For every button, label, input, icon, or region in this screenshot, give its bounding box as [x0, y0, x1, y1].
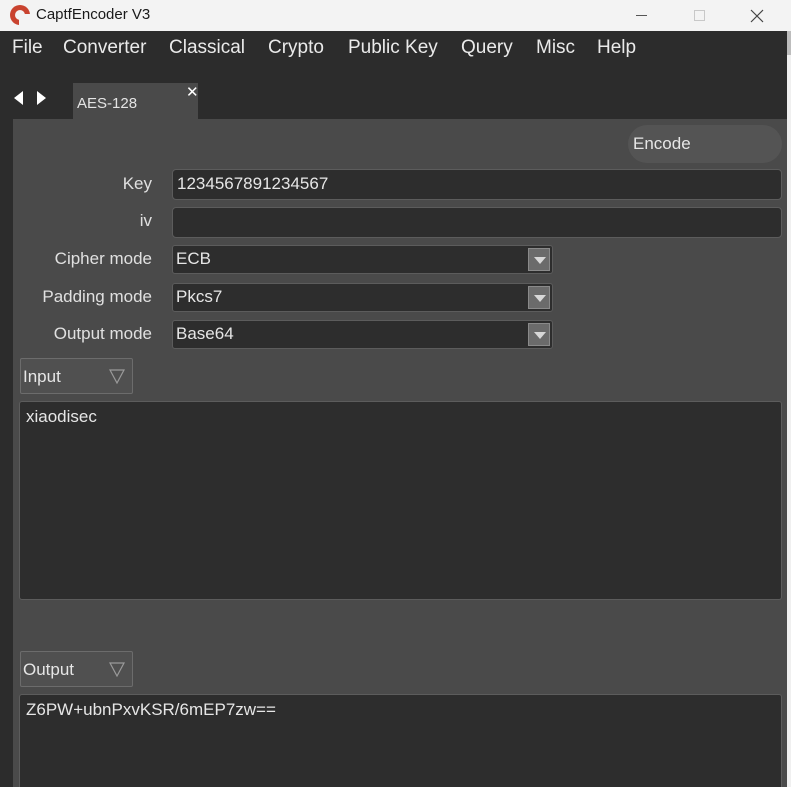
- output-textarea[interactable]: Z6PW+ubnPxvKSR/6mEP7zw==: [19, 694, 782, 787]
- output-format-label: Output: [23, 660, 75, 679]
- maximize-button[interactable]: [676, 0, 722, 31]
- triangle-down-icon: [109, 369, 125, 384]
- encode-button[interactable]: Encode: [628, 125, 782, 163]
- menu-misc[interactable]: Misc: [536, 37, 575, 59]
- menu-converter[interactable]: Converter: [63, 37, 146, 59]
- triangle-down-icon: [109, 662, 125, 677]
- minimize-icon: [635, 15, 647, 16]
- tab-aes-128[interactable]: AES-128 ✕: [73, 83, 199, 119]
- window-edge: [787, 31, 791, 787]
- window-edge-shade: [787, 31, 791, 55]
- iv-label: iv: [139, 211, 152, 230]
- menu-help[interactable]: Help: [597, 37, 636, 59]
- menu-query[interactable]: Query: [461, 37, 513, 59]
- menu-file[interactable]: File: [12, 37, 43, 59]
- minimize-button[interactable]: [618, 0, 664, 31]
- output-mode-label: Output mode: [53, 324, 152, 343]
- padding-mode-select[interactable]: Pkcs7: [172, 283, 553, 312]
- menu-public-key[interactable]: Public Key: [348, 37, 438, 59]
- window-title: CaptfEncoder V3: [36, 6, 151, 23]
- cipher-mode-value: ECB: [176, 249, 211, 268]
- iv-input[interactable]: [172, 207, 782, 238]
- padding-mode-value: Pkcs7: [176, 287, 223, 306]
- app-logo-icon: [10, 5, 30, 25]
- chevron-down-icon[interactable]: [528, 323, 550, 346]
- close-window-button[interactable]: [734, 0, 780, 31]
- input-textarea[interactable]: xiaodisec: [19, 401, 782, 600]
- tab-label: AES-128: [77, 95, 138, 112]
- title-bar: CaptfEncoder V3: [0, 0, 791, 31]
- output-mode-select[interactable]: Base64: [172, 320, 553, 349]
- chevron-down-icon[interactable]: [528, 248, 550, 271]
- tab-close-icon[interactable]: ✕: [186, 83, 199, 101]
- menu-classical[interactable]: Classical: [169, 37, 245, 59]
- cipher-mode-label: Cipher mode: [54, 249, 152, 268]
- input-format-dropdown[interactable]: Input: [20, 358, 133, 394]
- key-input[interactable]: 1234567891234567: [172, 169, 782, 200]
- menu-crypto[interactable]: Crypto: [268, 37, 324, 59]
- maximize-icon: [693, 10, 705, 21]
- key-label: Key: [122, 174, 152, 193]
- tab-scroll-right-icon[interactable]: [37, 91, 46, 105]
- output-mode-value: Base64: [176, 324, 234, 343]
- tab-scroll-left-icon[interactable]: [14, 91, 23, 105]
- cipher-mode-select[interactable]: ECB: [172, 245, 553, 274]
- chevron-down-icon[interactable]: [528, 286, 550, 309]
- close-icon: [750, 9, 764, 22]
- padding-mode-label: Padding mode: [42, 287, 152, 306]
- input-format-label: Input: [23, 367, 61, 386]
- tab-bar: AES-128 ✕: [0, 64, 787, 119]
- output-format-dropdown[interactable]: Output: [20, 651, 133, 687]
- menu-bar: File Converter Classical Crypto Public K…: [0, 31, 787, 64]
